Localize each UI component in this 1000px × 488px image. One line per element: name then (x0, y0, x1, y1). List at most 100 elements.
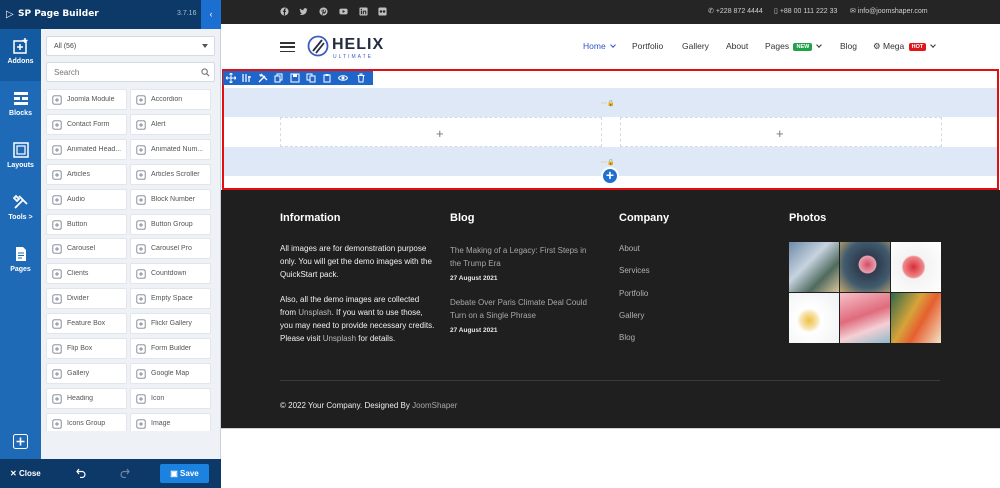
blog-post-title[interactable]: Debate Over Paris Climate Deal Could Tur… (450, 296, 595, 322)
photo-thumbnail[interactable] (840, 242, 890, 292)
pinterest-icon[interactable] (319, 7, 328, 16)
addon-form-builder[interactable]: Form Builder (130, 338, 211, 359)
eye-icon[interactable] (338, 73, 348, 83)
feature-box-icon (52, 319, 62, 329)
addon-label: Contact Form (67, 120, 110, 128)
linkedin-icon[interactable] (359, 7, 368, 16)
add-page-icon[interactable] (13, 434, 28, 449)
addon-feature-box[interactable]: Feature Box (46, 313, 127, 335)
addon-gallery[interactable]: Gallery (46, 362, 127, 384)
close-button[interactable]: ✕ Close (10, 469, 41, 478)
addon-button-group[interactable]: Button Group (130, 213, 211, 235)
chevron-down-icon (816, 42, 823, 48)
addon-label: Google Map (151, 369, 190, 377)
addon-search-input[interactable] (46, 62, 215, 82)
company-link-services[interactable]: Services (619, 266, 650, 275)
rail-item-blocks[interactable]: Blocks (0, 81, 41, 133)
phone-2[interactable]: ▯ +88 00 111 222 33 (774, 7, 837, 15)
addon-image[interactable]: Image (130, 412, 211, 431)
addon-filter-select[interactable]: All (56) (46, 36, 215, 56)
addon-divider[interactable]: Divider (46, 288, 127, 310)
photo-thumbnail[interactable] (891, 242, 941, 292)
addon-icon[interactable]: Icon (130, 387, 211, 409)
photo-thumbnail[interactable] (789, 242, 839, 292)
nav-item-home[interactable]: Home (583, 41, 616, 51)
close-icon: ✕ (10, 469, 17, 478)
addon-audio[interactable]: Audio (46, 188, 127, 210)
paste-icon[interactable] (322, 73, 332, 83)
addon-button[interactable]: Button (46, 213, 127, 235)
addon-joomla-module[interactable]: Joomla Module (46, 89, 127, 110)
rail-item-addons[interactable]: Addons (0, 29, 41, 81)
undo-icon[interactable] (76, 468, 86, 478)
rail-item-pages[interactable]: Pages (0, 237, 41, 289)
nav-item-mega[interactable]: ⚙ Mega HOT (873, 41, 937, 52)
unsplash-link[interactable]: Unsplash (298, 308, 331, 317)
rail-item-tools[interactable]: Tools > (0, 185, 41, 237)
facebook-icon[interactable] (280, 7, 289, 16)
addon-block-number[interactable]: Block Number (130, 188, 211, 210)
hamburger-menu-icon[interactable] (280, 42, 295, 52)
copy-icon[interactable] (274, 73, 284, 83)
flickr-icon[interactable] (378, 7, 387, 16)
photo-thumbnail[interactable] (789, 293, 839, 343)
move-icon[interactable] (226, 73, 236, 83)
brand-name[interactable]: HELIX (332, 36, 384, 54)
trash-icon[interactable] (356, 73, 366, 83)
addon-alert[interactable]: Alert (130, 113, 211, 135)
photo-thumbnail[interactable] (840, 293, 890, 343)
youtube-icon[interactable] (339, 7, 348, 16)
settings-icon[interactable] (258, 73, 268, 83)
company-link-gallery[interactable]: Gallery (619, 311, 644, 320)
footer-heading-information: Information (280, 212, 341, 224)
addon-icons-group[interactable]: Icons Group (46, 412, 127, 431)
save-button[interactable]: ▣ Save (160, 464, 209, 483)
addon-label: Articles (67, 170, 90, 178)
addon-carousel-pro[interactable]: Carousel Pro (130, 238, 211, 260)
company-link-about[interactable]: About (619, 244, 640, 253)
addon-empty-space[interactable]: Empty Space (130, 288, 211, 310)
alert-icon (136, 120, 146, 130)
twitter-icon[interactable] (299, 7, 308, 16)
company-link-portfolio[interactable]: Portfolio (619, 289, 648, 298)
builder-header: ▷ SP Page Builder 3.7.16 ‹ (0, 0, 221, 29)
addon-animated-num[interactable]: Animated Num... (130, 138, 211, 160)
columns-icon[interactable] (242, 73, 252, 83)
rail-item-layouts[interactable]: Layouts (0, 133, 41, 185)
addon-contact-form[interactable]: Contact Form (46, 113, 127, 135)
add-section-button[interactable]: + (601, 167, 619, 185)
site-preview: ✆ +228 872 4444 ▯ +88 00 111 222 33 ✉ in… (221, 0, 1000, 488)
blog-post-title[interactable]: The Making of a Legacy: First Steps in t… (450, 244, 595, 270)
footer-heading-blog: Blog (450, 212, 475, 224)
addon-articles[interactable]: Articles (46, 163, 127, 185)
joomshaper-link[interactable]: JoomShaper (412, 401, 457, 410)
addon-flickr-gallery[interactable]: Flickr Gallery (130, 313, 211, 335)
save-section-icon[interactable] (290, 73, 300, 83)
redo-icon[interactable] (120, 468, 130, 478)
nav-item-blog[interactable]: Blog (840, 41, 857, 51)
duplicate-icon[interactable] (306, 73, 316, 83)
addon-carousel[interactable]: Carousel (46, 238, 127, 260)
rail-label: Addons (7, 58, 34, 65)
phone-1[interactable]: ✆ +228 872 4444 (708, 7, 763, 15)
flip-box-icon (52, 344, 62, 354)
unsplash-link[interactable]: Unsplash (323, 334, 356, 343)
helix-logo-icon[interactable] (307, 35, 329, 57)
nav-item-pages[interactable]: Pages NEW (765, 41, 823, 51)
nav-item-portfolio[interactable]: Portfolio (632, 41, 663, 51)
collapse-panel-button[interactable]: ‹ (201, 0, 221, 29)
addon-accordion[interactable]: Accordion (130, 89, 211, 110)
addon-clients[interactable]: Clients (46, 263, 127, 285)
copyright: © 2022 Your Company. Designed By JoomSha… (280, 401, 457, 410)
photo-thumbnail[interactable] (891, 293, 941, 343)
addon-flip-box[interactable]: Flip Box (46, 338, 127, 359)
addon-articles-scroller[interactable]: Articles Scroller (130, 163, 211, 185)
addon-heading[interactable]: Heading (46, 387, 127, 409)
addon-google-map[interactable]: Google Map (130, 362, 211, 384)
nav-item-about[interactable]: About (726, 41, 748, 51)
addon-animated-head[interactable]: Animated Head... (46, 138, 127, 160)
company-link-blog[interactable]: Blog (619, 333, 635, 342)
email[interactable]: ✉ info@joomshaper.com (850, 7, 928, 15)
addon-countdown[interactable]: Countdown (130, 263, 211, 285)
nav-item-gallery[interactable]: Gallery (682, 41, 709, 51)
